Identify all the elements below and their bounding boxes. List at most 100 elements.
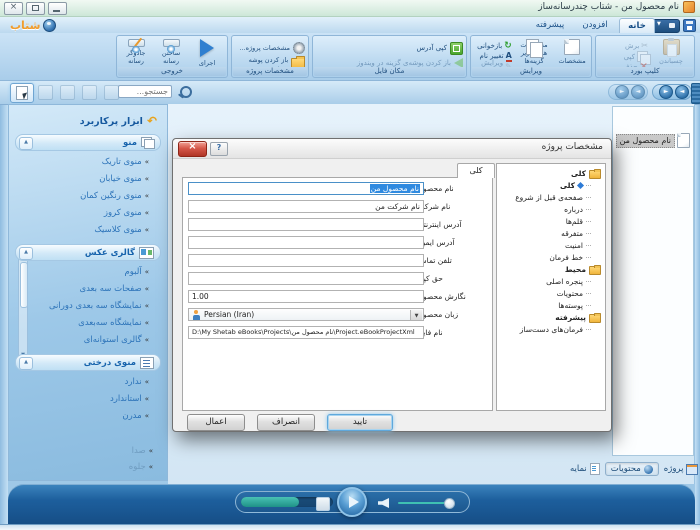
tree-item-command-line[interactable]: خط فرمان xyxy=(501,251,601,263)
tool-icon-4[interactable] xyxy=(104,85,119,100)
search-input[interactable] xyxy=(118,85,172,98)
group-label-edit: ویرایش xyxy=(472,67,590,76)
website-field[interactable] xyxy=(188,218,424,231)
dropdown-arrow-icon[interactable] xyxy=(410,310,422,320)
sidebar-item-cruise-menu[interactable]: منوی کروز xyxy=(17,208,149,218)
apply-button[interactable]: اعمال xyxy=(187,414,245,431)
scrollbar-thumb[interactable] xyxy=(20,262,28,308)
version-field[interactable]: 1.00 xyxy=(188,290,424,303)
index-tab-icon xyxy=(590,463,600,475)
save-icon[interactable] xyxy=(683,19,696,32)
sidebar-item-standard[interactable]: استاندارد xyxy=(17,394,149,404)
close-icon[interactable] xyxy=(4,2,23,15)
back-icon[interactable] xyxy=(631,85,645,99)
tree-item-contents[interactable]: محتویات xyxy=(501,287,601,299)
volume-knob[interactable] xyxy=(444,498,455,509)
tree-item-general[interactable]: کلی xyxy=(501,179,601,191)
tree-item-fonts[interactable]: قلم‌ها xyxy=(501,215,601,227)
sidebar-item-street-menu[interactable]: منوی خیابان xyxy=(17,174,149,184)
selected-marker-icon xyxy=(577,181,584,188)
project-properties-button[interactable]: مشخصات پروژه... xyxy=(235,42,305,54)
sidebar-section-gallery[interactable]: گالری عکس xyxy=(15,244,161,261)
media-wizard-button[interactable]: جادوگر رسانه xyxy=(120,38,152,66)
project-tree-item[interactable]: نام محصول من xyxy=(616,133,690,148)
company-name-field[interactable]: نام شرکت من xyxy=(188,200,424,213)
sidebar-item-effect[interactable]: جلوه xyxy=(23,462,153,472)
sidebar-item-cylindrical-gallery[interactable]: گالری استوانه‌ای xyxy=(17,335,149,345)
paste-button[interactable]: چسباندن xyxy=(651,38,691,66)
tree-item-misc[interactable]: متفرقه xyxy=(501,227,601,239)
email-field[interactable] xyxy=(188,236,424,249)
refresh-button[interactable]: بازخوانی xyxy=(474,41,512,50)
sidebar-section-tree-menu[interactable]: منوی درختی xyxy=(15,354,161,371)
copy-address-button[interactable]: کپی آدرس xyxy=(316,42,463,54)
cancel-button[interactable]: انصراف xyxy=(257,414,315,431)
tool-icon-3[interactable] xyxy=(82,85,97,100)
tree-group-general[interactable]: کلی xyxy=(501,167,601,179)
tab-contents[interactable]: محتویات xyxy=(605,462,659,476)
tree-item-about[interactable]: درباره xyxy=(501,203,601,215)
collapse-icon[interactable] xyxy=(19,357,33,370)
cut-button[interactable]: برش xyxy=(622,41,648,50)
language-select[interactable]: Persian (Iran) xyxy=(188,308,424,321)
collapse-icon[interactable] xyxy=(19,247,33,260)
dialog-category-tree: کلی کلی صفحه‌ی قبل از شروع درباره قلم‌ها… xyxy=(496,163,606,411)
properties-button[interactable]: مشخصات xyxy=(556,38,588,66)
product-name-field[interactable]: نام محصول من xyxy=(188,182,424,195)
forward-icon[interactable] xyxy=(615,85,629,99)
ok-button[interactable]: تایید xyxy=(327,414,393,431)
select-tool-button[interactable] xyxy=(10,83,34,103)
sidebar-scrollbar[interactable]: ▲ ▼ xyxy=(18,252,28,360)
sidebar-item-3d-exhibit[interactable]: نمایشگاه سه‌بعدی xyxy=(17,318,149,328)
email-label: آدرس ایمیل: xyxy=(415,238,487,247)
minimize-icon[interactable] xyxy=(48,2,67,15)
tab-project[interactable]: پروژه xyxy=(664,464,699,475)
filename-field[interactable]: D:\My Shetab eBooks\Projects\نام محصول م… xyxy=(188,326,424,339)
tool-icon-1[interactable] xyxy=(38,85,53,100)
copy-button[interactable]: کپی xyxy=(622,52,648,61)
play-button[interactable] xyxy=(337,487,367,517)
phone-label: تلفن تماس: xyxy=(415,256,487,265)
sidebar-item-sound[interactable]: صدا xyxy=(23,446,153,456)
run-project-button[interactable]: اجرای پروژه xyxy=(190,38,224,66)
tool-icon-2[interactable] xyxy=(60,85,75,100)
maximize-icon[interactable] xyxy=(26,2,45,15)
volume-slider[interactable] xyxy=(398,502,448,504)
tree-group-environment[interactable]: محیط xyxy=(501,263,601,275)
tree-item-main-window[interactable]: پنجره اصلی xyxy=(501,275,601,287)
tab-index[interactable]: نمایه xyxy=(570,463,600,475)
sidebar-item-none[interactable]: ندارد xyxy=(17,377,149,387)
properties-all-button[interactable]: مشخصات همه‌ی زیر گزینه‌ها xyxy=(515,38,553,66)
panel-toggle-icon[interactable] xyxy=(691,83,700,104)
tree-group-advanced[interactable]: پیشرفته xyxy=(501,311,601,323)
tab-add[interactable]: افزودن xyxy=(576,18,614,33)
speaker-icon[interactable] xyxy=(378,498,389,508)
collapse-icon[interactable] xyxy=(19,137,33,150)
dialog-tab-general[interactable]: کلی xyxy=(457,163,495,178)
sidebar-item-classic-menu[interactable]: منوی کلاسیک xyxy=(17,225,149,235)
sidebar-item-3d-pages[interactable]: صفحات سه بعدی xyxy=(17,284,149,294)
tab-home[interactable]: خانه xyxy=(619,18,655,33)
phone-field[interactable] xyxy=(188,254,424,267)
tree-item-security[interactable]: امنیت xyxy=(501,239,601,251)
nav-back-icon[interactable] xyxy=(675,85,689,99)
build-media-button[interactable]: ساختن رسانه xyxy=(155,38,187,66)
tree-item-prestart-page[interactable]: صفحه‌ی قبل از شروع xyxy=(501,191,601,203)
dialog-close-icon[interactable] xyxy=(178,141,207,157)
tab-advanced[interactable]: پیشرفته xyxy=(526,18,574,33)
window-title: نام محصول من - شتاب چندرسانه‌ساز xyxy=(538,2,679,12)
tree-item-skins[interactable]: پوسته‌ها xyxy=(501,299,601,311)
sidebar-section-menu[interactable]: منو xyxy=(15,134,161,151)
tree-item-custom-commands[interactable]: فرمان‌های دست‌ساز xyxy=(501,323,601,335)
dialog-help-icon[interactable] xyxy=(210,142,228,156)
sidebar-item-dark-menu[interactable]: منوی تاریک xyxy=(17,157,149,167)
tree-connector xyxy=(586,209,591,210)
sidebar-item-album[interactable]: آلبوم xyxy=(17,267,149,277)
nav-forward-icon[interactable] xyxy=(659,85,673,99)
sidebar-item-rainbow-menu[interactable]: منوی رنگین کمان xyxy=(17,191,149,201)
sidebar-item-3d-rotating-exhibit[interactable]: نمایشگاه سه بعدی دورانی xyxy=(17,301,149,311)
stop-icon[interactable] xyxy=(316,497,330,511)
copyright-field[interactable] xyxy=(188,272,424,285)
sidebar-item-modern[interactable]: مدرن xyxy=(17,411,149,421)
quick-access-dropdown[interactable] xyxy=(652,19,680,33)
